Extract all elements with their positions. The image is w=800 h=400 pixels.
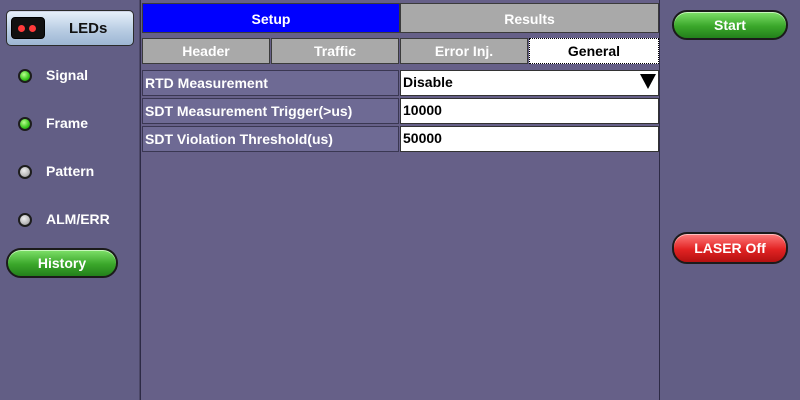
subtab-traffic[interactable]: Traffic [271,38,399,64]
rtd-measurement-value: Disable [403,74,453,90]
led-label-signal: Signal [46,67,89,83]
sdt-violation-input[interactable]: 50000 [400,126,659,152]
green-led-icon [18,69,32,83]
green-led-icon [18,117,32,131]
tab-setup[interactable]: Setup [142,3,400,33]
field-label-sdt-trigger: SDT Measurement Trigger(>us) [142,98,399,124]
red-led-mini-icon [29,25,36,32]
dropdown-arrow-icon[interactable] [640,74,656,89]
right-sidebar: Start LASER Off [660,0,800,400]
field-row-rtd-measurement: RTD Measurement Disable [142,70,660,96]
led-label-alm-err: ALM/ERR [46,211,110,227]
led-mini-icon [11,17,45,39]
field-label-rtd-measurement: RTD Measurement [142,70,399,96]
gray-led-icon [18,165,32,179]
led-alm-err: ALM/ERR [18,211,138,231]
leds-button-label: LEDs [69,20,108,37]
led-signal: Signal [18,67,138,87]
sdt-trigger-input[interactable]: 10000 [400,98,659,124]
led-label-pattern: Pattern [46,163,95,179]
start-button[interactable]: Start [672,10,788,40]
tab-results[interactable]: Results [400,3,659,33]
red-led-mini-icon [18,25,25,32]
leds-button[interactable]: LEDs [6,10,134,46]
rtd-measurement-dropdown[interactable]: Disable [400,70,659,96]
led-label-frame: Frame [46,115,89,131]
led-pattern: Pattern [18,163,138,183]
led-frame: Frame [18,115,138,135]
subtab-header[interactable]: Header [142,38,270,64]
laser-off-button[interactable]: LASER Off [672,232,788,264]
history-button[interactable]: History [6,248,118,278]
left-sidebar: LEDs Signal Frame Pattern ALM/ERR Histor… [0,0,140,400]
subtab-general[interactable]: General [529,38,659,64]
main-panel: Setup Results Header Traffic Error Inj. … [140,0,660,400]
field-label-sdt-violation: SDT Violation Threshold(us) [142,126,399,152]
gray-led-icon [18,213,32,227]
subtab-error-inj[interactable]: Error Inj. [400,38,528,64]
field-row-sdt-trigger: SDT Measurement Trigger(>us) 10000 [142,98,660,124]
field-row-sdt-violation: SDT Violation Threshold(us) 50000 [142,126,660,152]
